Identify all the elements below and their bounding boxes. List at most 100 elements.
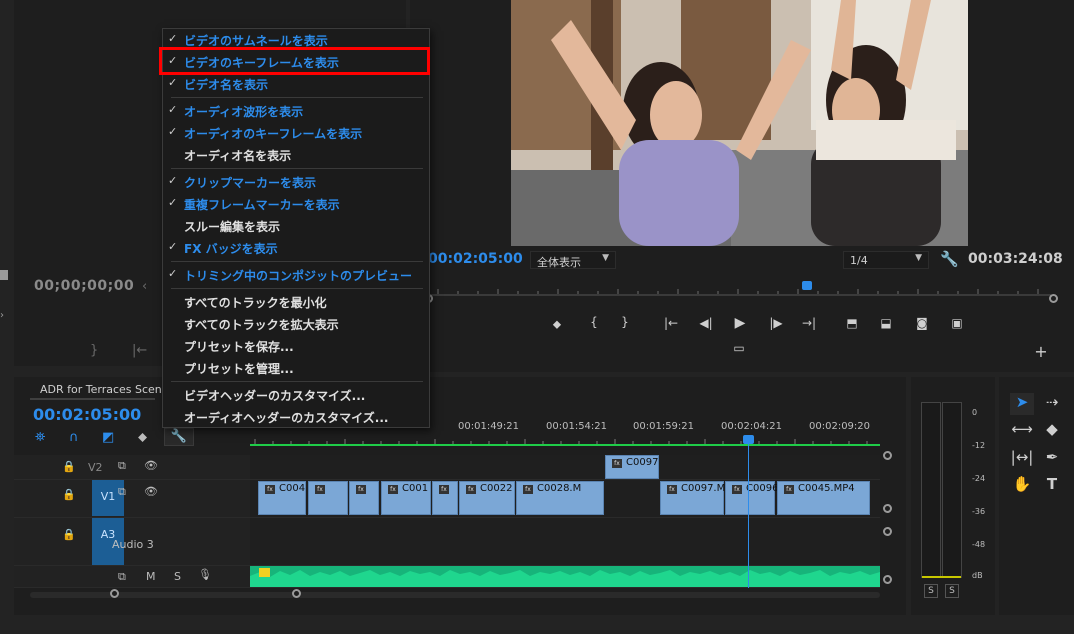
step-forward-icon[interactable]: |▶	[766, 316, 786, 330]
source-timecode[interactable]: 00;00;00;00	[34, 278, 134, 294]
source-chevron-icon[interactable]: ‹	[142, 279, 147, 294]
slip-tool-icon[interactable]: |↔|	[1010, 448, 1034, 470]
eye-icon[interactable]: 👁	[144, 485, 158, 498]
lane-a3[interactable]	[250, 518, 880, 566]
menu-item-expand-all-tracks[interactable]: すべてのトラックを拡大表示	[163, 313, 429, 335]
timeline-horizontal-scrollbar[interactable]	[30, 592, 880, 598]
menu-item-manage-presets[interactable]: プリセットを管理...	[163, 357, 429, 379]
lane-v2[interactable]	[250, 455, 880, 480]
menu-item-show-video-names[interactable]: ✓ ビデオ名を表示	[163, 73, 429, 95]
linked-selection-icon[interactable]: ◩	[102, 430, 114, 445]
lock-icon[interactable]: 🔒	[62, 488, 76, 501]
sequence-tab[interactable]: ADR for Terraces Scene	[40, 383, 169, 396]
source-go-to-in-icon[interactable]: |←	[132, 343, 147, 358]
go-to-in-icon[interactable]: |←	[661, 316, 681, 330]
menu-item-show-clip-markers[interactable]: ✓ クリップマーカーを表示	[163, 171, 429, 193]
timeline-clip[interactable]: fx C004	[258, 481, 306, 515]
mark-out-icon[interactable]: }	[615, 315, 635, 329]
chevron-right-icon[interactable]: ›	[0, 310, 4, 321]
solo-left-button[interactable]: S	[924, 584, 938, 598]
db-label: -24	[972, 474, 986, 483]
nest-sequence-icon[interactable]: ⛯	[35, 430, 45, 445]
go-to-out-icon[interactable]: →|	[799, 316, 819, 330]
eye-icon[interactable]: 👁	[144, 459, 158, 472]
safe-margins-icon[interactable]: ▭	[729, 341, 749, 355]
menu-item-minimize-all-tracks[interactable]: すべてのトラックを最小化	[163, 291, 429, 313]
export-frame-camera-icon[interactable]: ◙	[912, 316, 932, 330]
audio-clip-waveform[interactable]	[250, 566, 880, 587]
add-marker-icon[interactable]: ⬥	[138, 430, 147, 445]
track-label-v2[interactable]: V2	[88, 461, 103, 474]
ripple-edit-tool-icon[interactable]: ⟷	[1010, 420, 1034, 442]
track-header-a4: ⧉ M S 🎙	[14, 566, 250, 588]
menu-item-show-duplicate-frame-markers[interactable]: ✓ 重複フレームマーカーを表示	[163, 193, 429, 215]
microphone-icon[interactable]: 🎙	[198, 568, 212, 581]
resolution-dropdown[interactable]: 1/4 ▼	[843, 251, 929, 269]
razor-tool-icon[interactable]: ◆	[1040, 420, 1064, 442]
snap-magnet-icon[interactable]: ∩	[69, 430, 79, 445]
menu-item-show-audio-names[interactable]: オーディオ名を表示	[163, 144, 429, 166]
menu-item-save-preset[interactable]: プリセットを保存...	[163, 335, 429, 357]
extract-icon[interactable]: ⬓	[876, 316, 896, 330]
track-select-tool-icon[interactable]: ⇢	[1040, 393, 1064, 415]
hand-tool-icon[interactable]: ✋	[1010, 475, 1034, 497]
timeline-clip[interactable]: fx C0045.MP4	[777, 481, 870, 515]
timeline-timecode[interactable]: 00:02:05:00	[33, 405, 141, 424]
meter-channel-left	[921, 402, 941, 578]
menu-item-customize-audio-header[interactable]: オーディオヘッダーのカスタマイズ...	[163, 406, 429, 428]
timeline-time-ruler[interactable]	[250, 435, 880, 447]
timeline-clip[interactable]: fx C0028.M	[516, 481, 604, 515]
program-zoom-handle-right[interactable]	[1049, 294, 1058, 303]
db-label: 0	[972, 408, 978, 417]
selection-tool-icon[interactable]: ➤	[1010, 393, 1034, 415]
play-icon[interactable]: ▶	[730, 315, 750, 331]
lift-icon[interactable]: ⬒	[842, 316, 862, 330]
program-time-ruler[interactable]	[428, 283, 1056, 297]
timeline-clip[interactable]: fx C0096	[725, 481, 779, 515]
step-back-icon[interactable]: ◀|	[696, 316, 716, 330]
timeline-playhead[interactable]	[743, 435, 754, 444]
lock-icon[interactable]: 🔒	[62, 460, 76, 473]
mute-button[interactable]: M	[146, 570, 156, 583]
timeline-clip[interactable]: fx C0097.M	[660, 481, 725, 515]
menu-item-composite-preview-trimming[interactable]: ✓ トリミング中のコンポジットのプレビュー	[163, 264, 429, 286]
program-timecode[interactable]: 00:02:05:00	[428, 251, 523, 267]
lock-icon[interactable]: 🔒	[62, 528, 76, 541]
menu-item-show-audio-keyframes[interactable]: ✓ オーディオのキーフレームを表示	[163, 122, 429, 144]
timeline-clip[interactable]: fx	[308, 481, 348, 515]
sync-lock-icon[interactable]: ⧉	[118, 570, 126, 584]
settings-wrench-icon[interactable]: 🔧	[940, 250, 959, 268]
clip-name: C0096	[746, 483, 779, 494]
mark-in-icon[interactable]: {	[584, 315, 604, 329]
timeline-clip[interactable]: fx C001	[381, 481, 431, 515]
timeline-clip[interactable]: fx C0022	[459, 481, 515, 515]
track-resize-handle[interactable]	[883, 575, 892, 584]
menu-item-show-through-edits[interactable]: スルー編集を表示	[163, 215, 429, 237]
source-mark-out-icon[interactable]: }	[90, 343, 98, 358]
timeline-clip[interactable]: fx	[432, 481, 458, 515]
fx-badge-icon: fx	[315, 485, 325, 494]
pen-tool-icon[interactable]: ✒	[1040, 448, 1064, 470]
menu-item-show-fx-badges[interactable]: ✓ FX バッジを表示	[163, 237, 429, 259]
timeline-clip[interactable]: fx C0097	[605, 455, 659, 479]
sync-lock-icon[interactable]: ⧉	[118, 485, 126, 499]
zoom-level-dropdown[interactable]: 全体表示 ▼	[530, 251, 616, 269]
comparison-view-icon[interactable]: ▣	[947, 316, 967, 330]
timeline-clip[interactable]: fx	[349, 481, 379, 515]
menu-item-customize-video-header[interactable]: ビデオヘッダーのカスタマイズ...	[163, 384, 429, 406]
scrollbar-handle-right[interactable]	[292, 589, 301, 598]
program-playhead[interactable]	[802, 281, 812, 290]
solo-button[interactable]: S	[174, 570, 181, 583]
menu-item-show-audio-waveform[interactable]: ✓ オーディオ波形を表示	[163, 100, 429, 122]
add-marker-icon[interactable]: ⬥	[547, 317, 567, 332]
scrollbar-handle-left[interactable]	[110, 589, 119, 598]
timeline-settings-wrench-icon[interactable]: 🔧	[164, 428, 194, 446]
track-resize-handle[interactable]	[883, 527, 892, 536]
solo-right-button[interactable]: S	[945, 584, 959, 598]
audio-track-name[interactable]: Audio 3	[112, 538, 154, 551]
add-button-icon[interactable]: +	[1031, 342, 1051, 361]
sync-lock-icon[interactable]: ⧉	[118, 459, 126, 473]
track-resize-handle[interactable]	[883, 504, 892, 513]
type-tool-icon[interactable]: T	[1040, 475, 1064, 497]
track-resize-handle[interactable]	[883, 451, 892, 460]
